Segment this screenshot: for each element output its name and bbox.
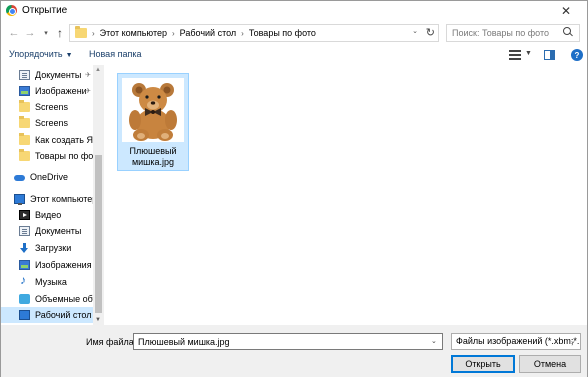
scroll-up-icon[interactable]: ▲ [95, 67, 101, 73]
back-button[interactable]: ← [7, 25, 21, 41]
breadcrumb-current-folder[interactable]: Товары по фото [249, 28, 316, 38]
open-file-dialog: Открытие ✕ ← → ▾ ↑ › Этот компьютер › Ра… [0, 0, 588, 377]
sidebar-item-screens-1[interactable]: Screens [1, 99, 93, 115]
sidebar-item-3d-objects[interactable]: Объемные объ [1, 291, 93, 307]
filename-dropdown-icon[interactable]: ⌄ [431, 337, 437, 345]
sidebar-item-this-pc[interactable]: Этот компьютер [1, 191, 93, 207]
sidebar-item-downloads[interactable]: Загрузки [1, 240, 93, 256]
forward-button[interactable]: → [23, 25, 37, 41]
pin-icon: ✈ [85, 72, 91, 79]
sidebar-item-desktop[interactable]: Рабочий стол [1, 307, 93, 323]
breadcrumb-desktop[interactable]: Рабочий стол [180, 28, 237, 38]
sidebar-item-music[interactable]: Музыка [1, 274, 93, 290]
scroll-down-icon[interactable]: ▼ [95, 317, 101, 323]
refresh-icon[interactable]: ↻ [426, 26, 435, 39]
folder-icon [19, 100, 30, 112]
filename-input[interactable] [133, 333, 443, 350]
sidebar-item-label: Документы [35, 226, 82, 236]
sidebar-item-label: Видео [35, 210, 62, 220]
sidebar-item-label: Изображения [35, 260, 92, 270]
dialog-footer: Имя файла: ⌄ Файлы изображений (*.xbm;*.… [1, 325, 587, 377]
computer-icon [14, 194, 25, 205]
address-dropdown-icon[interactable]: ⌄ [412, 27, 418, 35]
pin-icon: ✈ [85, 88, 91, 95]
sidebar-item-label: Объемные объ [35, 294, 93, 304]
sidebar-item-documents[interactable]: Документы [1, 223, 93, 239]
new-folder-button[interactable]: Новая папка [89, 49, 141, 59]
navigation-pane: Документы ✈ Изображени ✈ Screens Screens… [1, 65, 105, 325]
video-icon [19, 210, 30, 220]
search-icon[interactable] [561, 26, 575, 40]
sidebar-item-label: Изображени [35, 86, 87, 96]
desktop-icon [19, 310, 30, 320]
sidebar-scrollbar[interactable]: ▲ ▼ [93, 65, 104, 325]
folder-icon [19, 149, 30, 161]
sidebar-item-label: Рабочий стол [35, 310, 92, 320]
caret-down-icon: ▼ [65, 52, 73, 59]
file-type-dropdown-icon[interactable]: ⌄ [570, 337, 576, 345]
file-item[interactable]: Плюшевый мишка.jpg [117, 73, 189, 171]
preview-pane-icon[interactable] [544, 50, 555, 60]
open-button[interactable]: Открыть [451, 355, 515, 373]
teddy-bear-thumbnail [122, 78, 184, 142]
chevron-right-icon[interactable]: › [241, 29, 244, 38]
sidebar-item-video[interactable]: Видео [1, 207, 93, 223]
sidebar-item-screens-2[interactable]: Screens [1, 115, 93, 131]
music-icon [19, 274, 30, 287]
view-options-icon[interactable] [509, 50, 521, 60]
sidebar-item-products-folder[interactable]: Товары по фото [1, 148, 93, 164]
sidebar-item-label: Загрузки [35, 243, 72, 253]
window-title: Открытие [22, 5, 68, 16]
teddy-bear-image [129, 83, 177, 141]
sidebar-item-label: OneDrive [30, 172, 69, 182]
sidebar-item-yandex-folder[interactable]: Как создать Янд [1, 132, 93, 148]
sidebar-item-label: Как создать Янд [35, 135, 93, 145]
command-bar: Упорядочить ▼ Новая папка ▼ ? [1, 45, 587, 65]
recent-locations-button[interactable]: ▾ [39, 25, 53, 41]
folder-icon [75, 26, 87, 38]
onedrive-icon [14, 172, 25, 182]
close-button[interactable]: ✕ [551, 2, 581, 20]
file-type-select[interactable]: Файлы изображений (*.xbm;*. [451, 333, 581, 350]
sidebar-item-onedrive[interactable]: OneDrive [1, 169, 93, 185]
sidebar-item-label: Документы [35, 70, 82, 80]
filename-label: Имя файла: [86, 337, 137, 347]
scrollbar-thumb[interactable] [95, 155, 102, 313]
documents-icon [19, 70, 30, 80]
folder-icon [19, 116, 30, 128]
file-list[interactable]: Плюшевый мишка.jpg [105, 65, 587, 325]
sidebar-item-label: Товары по фото [35, 151, 93, 161]
sidebar-item-pictures[interactable]: Изображения [1, 257, 93, 273]
address-bar[interactable]: › Этот компьютер › Рабочий стол › Товары… [69, 24, 439, 42]
chevron-right-icon[interactable]: › [172, 29, 175, 38]
up-button[interactable]: ↑ [53, 25, 67, 41]
file-name-label: Плюшевый мишка.jpg [129, 146, 177, 167]
organize-label: Упорядочить [9, 49, 63, 59]
view-dropdown-icon[interactable]: ▼ [525, 50, 532, 57]
sidebar-item-label: Этот компьютер [30, 194, 93, 204]
cancel-button[interactable]: Отмена [519, 355, 581, 373]
navigation-bar: ← → ▾ ↑ › Этот компьютер › Рабочий стол … [1, 21, 587, 45]
sidebar-item-pictures-quick[interactable]: Изображени ✈ [1, 83, 93, 99]
3d-objects-icon [19, 294, 30, 304]
sidebar-item-label: Музыка [35, 277, 67, 287]
title-bar: Открытие ✕ [1, 1, 587, 21]
sidebar-item-documents-quick[interactable]: Документы ✈ [1, 67, 93, 83]
search-placeholder: Поиск: Товары по фото [452, 28, 550, 38]
organize-button[interactable]: Упорядочить ▼ [9, 49, 73, 59]
sidebar-item-label: Screens [35, 118, 69, 128]
help-icon[interactable]: ? [571, 49, 583, 61]
documents-icon [19, 226, 30, 236]
chevron-right-icon[interactable]: › [92, 29, 95, 38]
sidebar-item-label: Screens [35, 102, 69, 112]
search-input[interactable]: Поиск: Товары по фото [446, 24, 580, 42]
downloads-icon [19, 243, 30, 253]
pictures-icon [19, 260, 30, 270]
folder-icon [19, 133, 30, 145]
breadcrumb-this-pc[interactable]: Этот компьютер [100, 28, 167, 38]
pictures-icon [19, 86, 30, 96]
chrome-icon [6, 5, 17, 16]
